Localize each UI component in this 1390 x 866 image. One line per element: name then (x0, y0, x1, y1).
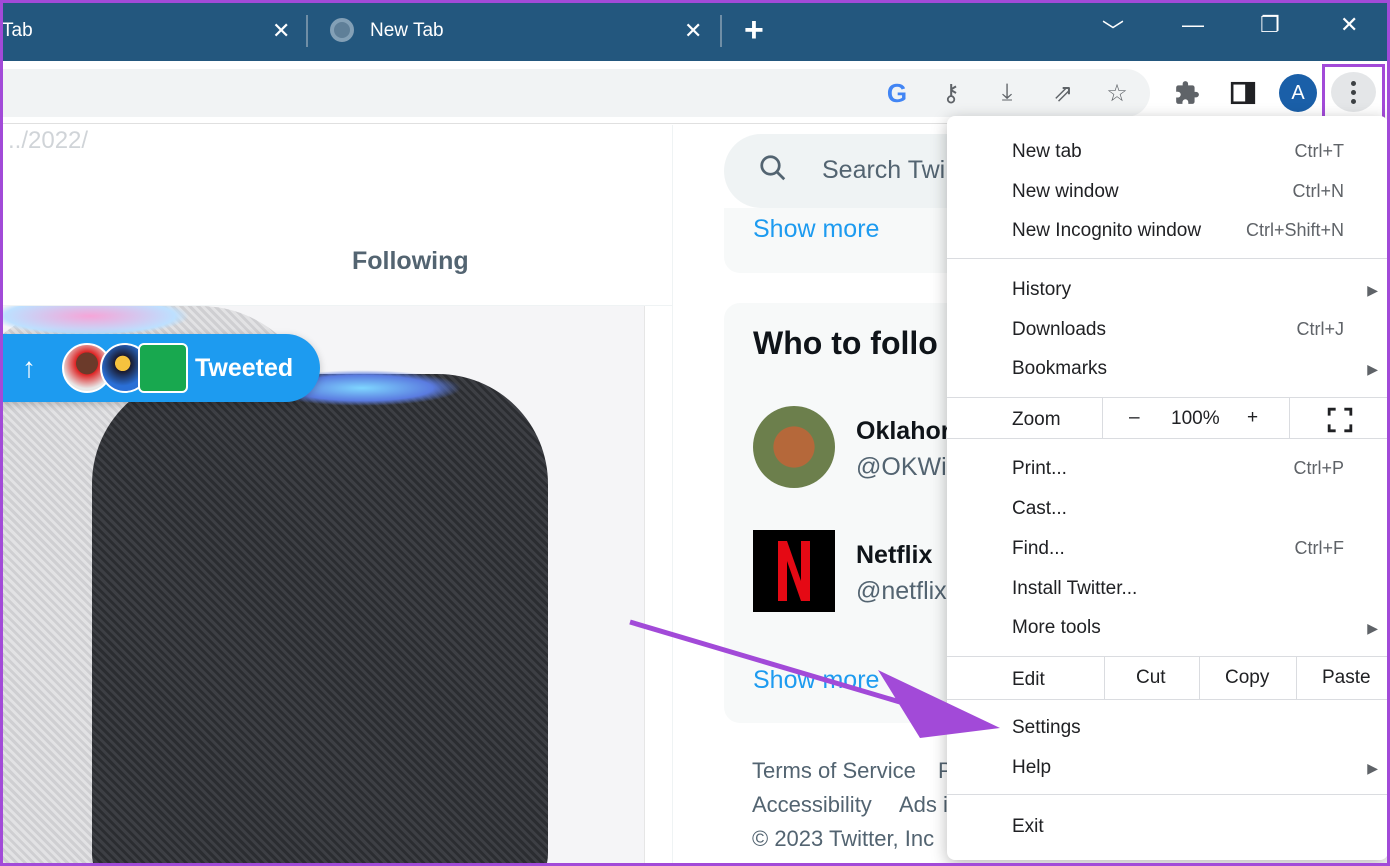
shortcut: Ctrl+F (1294, 538, 1345, 558)
submenu-arrow-icon: ▶ (1367, 620, 1378, 636)
shortcut: Ctrl+J (1296, 319, 1344, 339)
menu-divider (947, 794, 1388, 795)
tab-following[interactable]: Following (352, 247, 469, 276)
menu-item-exit[interactable]: Exit (1012, 816, 1044, 838)
menu-divider (947, 656, 1388, 657)
bookmark-star-icon[interactable]: ☆ (1102, 78, 1132, 108)
tab-search-icon[interactable]: ﹀ (1102, 14, 1124, 46)
ads-link[interactable]: Ads i (899, 792, 948, 818)
menu-item-install[interactable]: Install Twitter... (1012, 578, 1137, 600)
new-tab-button[interactable]: + (744, 12, 764, 48)
cut-button[interactable]: Cut (1136, 667, 1166, 689)
tab-close-icon[interactable]: ✕ (684, 18, 702, 44)
tab-close-icon[interactable]: ✕ (272, 18, 290, 44)
google-lens-icon[interactable]: G (882, 78, 912, 108)
chrome-menu-button[interactable] (1322, 64, 1385, 120)
copyright-text: © 2023 Twitter, Inc (752, 826, 935, 851)
profile-avatar[interactable]: A (1279, 74, 1317, 112)
menu-item-zoom: Zoom (1012, 409, 1061, 430)
menu-item-downloads[interactable]: Downloads (1012, 319, 1106, 341)
chrome-menu: New tab Ctrl+T New window Ctrl+N New Inc… (947, 116, 1388, 860)
puzzle-icon (1176, 81, 1199, 104)
menu-item-edit: Edit (1012, 669, 1045, 690)
fullscreen-icon[interactable] (1327, 407, 1353, 433)
netflix-logo-icon (778, 541, 810, 601)
tab-strip: Tab ✕ New Tab ✕ + ﹀ — ❐ ✕ (0, 0, 1390, 61)
menu-item-new-window[interactable]: New window (1012, 181, 1119, 203)
tab-title: Tab (2, 19, 33, 41)
annotation-arrow-icon (629, 619, 1000, 738)
account-handle: @netflix (856, 577, 947, 605)
show-more-link[interactable]: Show more (753, 215, 879, 244)
account-name[interactable]: Netflix (856, 541, 932, 570)
submenu-arrow-icon: ▶ (1367, 760, 1378, 776)
shortcut: Ctrl+N (1292, 181, 1344, 201)
password-key-icon[interactable]: ⚷ (936, 78, 966, 108)
accessibility-link[interactable]: Accessibility (752, 792, 872, 818)
column-border (672, 125, 673, 866)
menu-divider (947, 258, 1388, 259)
menu-item-cast[interactable]: Cast... (1012, 498, 1067, 520)
menu-item-bookmarks[interactable]: Bookmarks (1012, 358, 1107, 380)
who-to-follow-title: Who to follo (753, 325, 938, 361)
tab-separator (720, 15, 722, 47)
tweeted-label: Tweeted (195, 353, 294, 382)
submenu-arrow-icon: ▶ (1367, 282, 1378, 298)
share-icon[interactable]: ⇗ (1048, 78, 1078, 108)
terms-link[interactable]: Terms of Service (752, 758, 916, 784)
shortcut: Ctrl+P (1293, 458, 1344, 478)
shortcut: Ctrl+T (1294, 141, 1345, 161)
arrow-up-icon: ↑ (22, 352, 36, 383)
shortcut: Ctrl+Shift+N (1245, 220, 1344, 240)
zoom-in-button[interactable]: + (1247, 407, 1258, 429)
close-window-icon[interactable]: ✕ (1340, 12, 1358, 38)
divider (644, 306, 645, 866)
search-icon (760, 155, 786, 181)
submenu-arrow-icon: ▶ (1367, 361, 1378, 377)
homepod-dark (92, 370, 548, 866)
divider (1289, 398, 1290, 438)
menu-divider (947, 438, 1388, 439)
browser-toolbar: G ⚷ ⤓ ⇗ ☆ (0, 61, 1390, 124)
menu-divider (947, 699, 1388, 700)
account-handle: @OKWi (856, 453, 947, 481)
tab-new-tab[interactable]: New Tab ✕ (308, 0, 720, 61)
tab-previous[interactable]: Tab ✕ (0, 0, 306, 61)
menu-item-settings[interactable]: Settings (1012, 717, 1081, 739)
side-panel-glyph (1230, 81, 1256, 105)
menu-item-find[interactable]: Find... (1012, 538, 1065, 560)
menu-item-incognito[interactable]: New Incognito window (1012, 220, 1201, 242)
more-vertical-icon (1331, 72, 1376, 112)
restore-icon[interactable]: ❐ (1260, 12, 1280, 38)
copy-button[interactable]: Copy (1225, 667, 1269, 689)
avatar[interactable] (753, 406, 835, 488)
tab-title: New Tab (370, 19, 444, 41)
install-app-icon[interactable]: ⤓ (992, 78, 1022, 108)
menu-item-new-tab[interactable]: New tab (1012, 141, 1082, 163)
chrome-favicon-icon (330, 18, 354, 42)
menu-item-more-tools[interactable]: More tools (1012, 617, 1101, 639)
search-placeholder: Search Twi (822, 156, 946, 184)
zoom-out-button[interactable]: – (1129, 407, 1140, 429)
zoom-level: 100% (1171, 408, 1220, 429)
side-panel-icon[interactable] (1228, 78, 1258, 108)
new-tweets-pill[interactable]: ↑ Tweeted (0, 334, 320, 402)
divider (1296, 657, 1297, 699)
divider (1104, 657, 1105, 699)
address-bar[interactable] (0, 69, 1150, 117)
menu-item-history[interactable]: History (1012, 279, 1071, 301)
divider (1102, 398, 1103, 438)
divider (1199, 657, 1200, 699)
account-name[interactable]: Oklahor (856, 417, 950, 446)
faded-url-text: ../2022/ (8, 127, 89, 154)
menu-item-help[interactable]: Help (1012, 757, 1051, 779)
paste-button[interactable]: Paste (1322, 667, 1371, 689)
avatar (138, 343, 188, 393)
menu-item-print[interactable]: Print... (1012, 458, 1067, 480)
minimize-icon[interactable]: — (1182, 12, 1204, 38)
avatar[interactable] (753, 530, 835, 612)
extensions-icon[interactable] (1172, 78, 1202, 108)
menu-divider (947, 397, 1388, 398)
